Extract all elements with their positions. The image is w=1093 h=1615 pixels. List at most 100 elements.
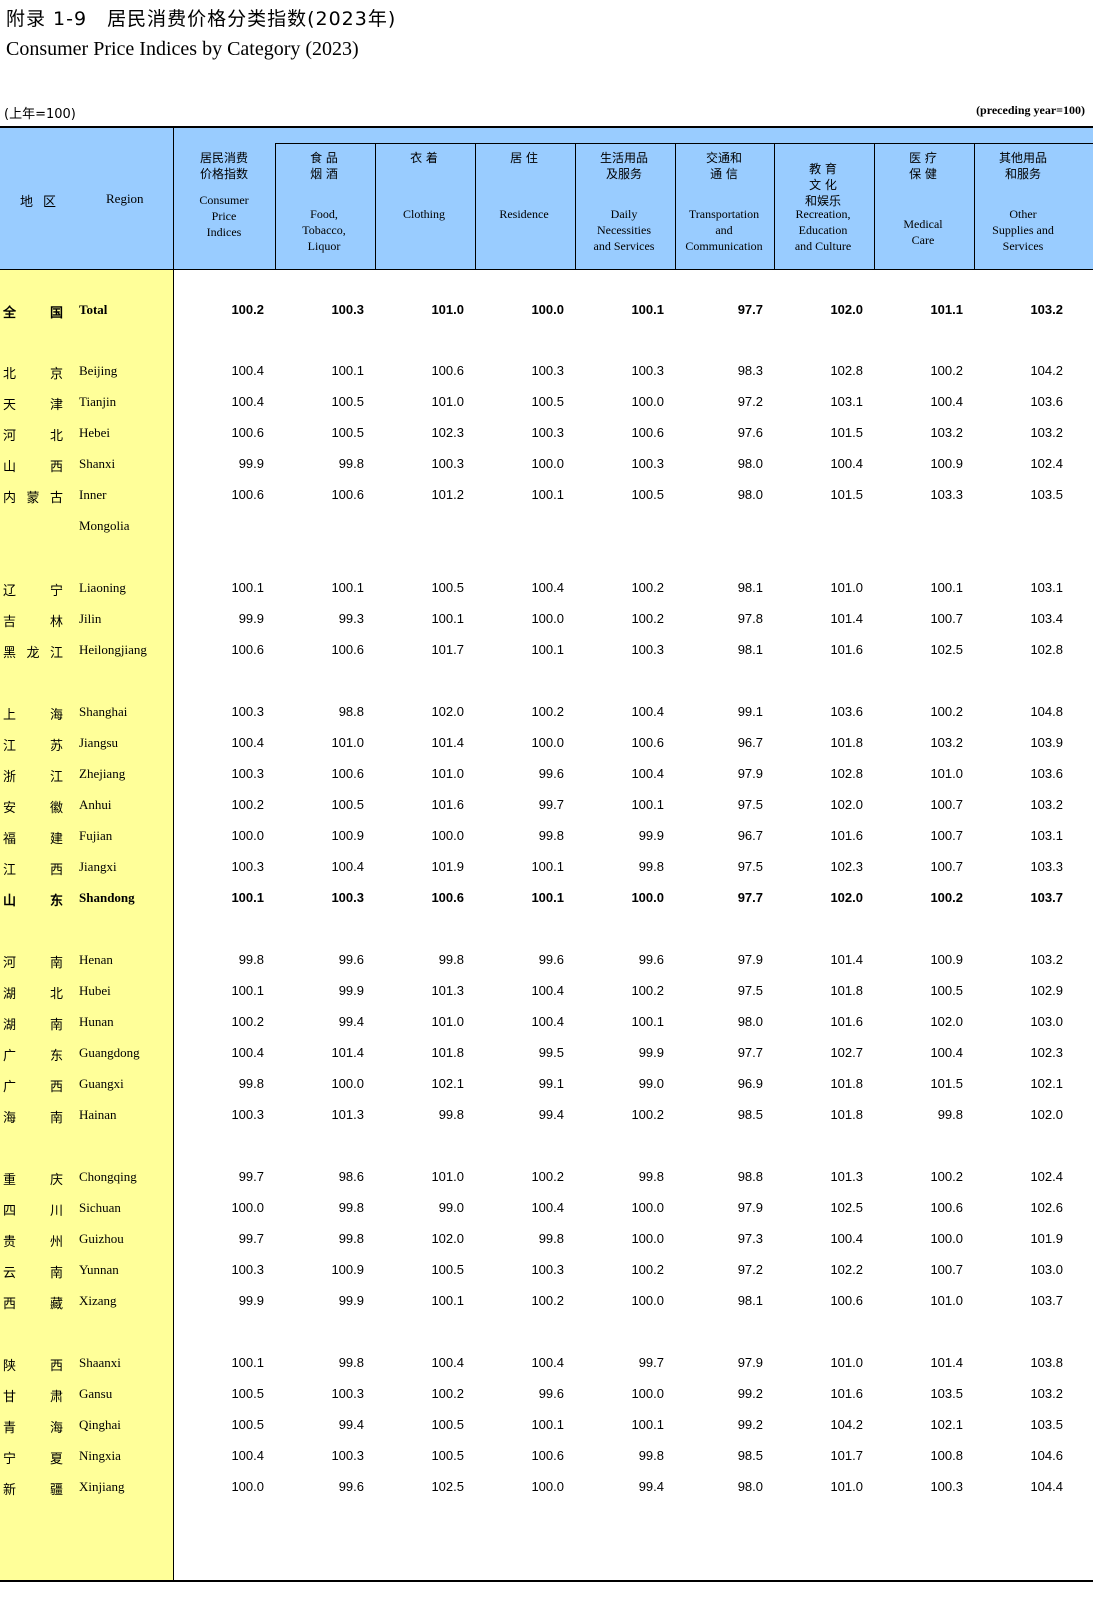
value-cell-medical: 99.8	[937, 1107, 963, 1122]
table-row: 浙江 Zhejiang 100.3 100.6 101.0 99.6 100.4 97.9 10…	[0, 766, 1093, 786]
value-cell-food: 100.6	[331, 766, 364, 781]
table-row: 河北 Hebei 100.6 100.5 102.3 100.3 100.6 97.6 101.…	[0, 425, 1093, 445]
value-cell-education: 103.1	[830, 394, 863, 409]
column-header-other: 其他用品 和服务 Other Supplies and Services	[973, 144, 1073, 268]
value-cell-education: 100.4	[830, 456, 863, 471]
region-name-en: Shanxi	[79, 456, 116, 471]
region-name-en: Ningxia	[79, 1448, 121, 1463]
region-char: 海	[3, 1111, 17, 1126]
value-cell-other: 103.1	[1030, 580, 1063, 595]
value-cell-residence: 100.3	[531, 425, 564, 440]
value-cell-clothing: 100.1	[431, 611, 464, 626]
value-cell-clothing: 101.0	[431, 394, 464, 409]
value-cell-education: 101.7	[830, 1448, 863, 1463]
value-cell-clothing: 100.6	[431, 890, 464, 905]
value-cell-medical: 101.1	[930, 302, 963, 317]
region-char: 甘	[3, 1390, 17, 1405]
region-char: 津	[49, 398, 63, 413]
value-cell-transport: 97.9	[737, 1200, 763, 1215]
region-char: 西	[49, 1080, 63, 1095]
value-cell-clothing: 101.3	[431, 983, 464, 998]
table-row: 江苏 Jiangsu 100.4 101.0 101.4 100.0 100.6 96.7 10…	[0, 735, 1093, 755]
value-cell-food: 100.5	[331, 797, 364, 812]
value-cell-other: 101.9	[1030, 1231, 1063, 1246]
region-char: 广	[3, 1080, 17, 1095]
region-name-en: Gansu	[79, 1386, 113, 1401]
table-row: 山西 Shanxi 99.9 99.8 100.3 100.0 100.3 98.0 100.4…	[0, 456, 1093, 476]
value-cell-cpi: 100.1	[231, 983, 264, 998]
region-char: 吉	[3, 615, 17, 630]
region-name-en: Anhui	[79, 797, 112, 812]
value-cell-transport: 99.2	[737, 1386, 763, 1401]
value-cell-food: 98.6	[338, 1169, 364, 1184]
region-char: 云	[3, 1266, 17, 1281]
value-cell-clothing: 99.0	[438, 1200, 464, 1215]
value-cell-other: 104.8	[1030, 704, 1063, 719]
value-cell-clothing: 100.3	[431, 456, 464, 471]
region-name-en: Jiangsu	[79, 735, 118, 750]
value-cell-transport: 97.9	[737, 952, 763, 967]
region-char: 青	[3, 1421, 17, 1436]
value-cell-medical: 103.5	[930, 1386, 963, 1401]
region-char: 东	[49, 894, 63, 909]
value-cell-cpi: 100.4	[231, 1448, 264, 1463]
region-name-en: Hainan	[79, 1107, 117, 1122]
table-row: 黑龙江 Heilongjiang 100.6 100.6 101.7 100.1 100.3…	[0, 642, 1093, 662]
value-cell-clothing: 100.1	[431, 1293, 464, 1308]
value-cell-education: 101.3	[830, 1169, 863, 1184]
value-cell-clothing: 102.5	[431, 1479, 464, 1494]
value-cell-residence: 99.8	[538, 828, 564, 843]
value-cell-daily: 100.1	[631, 1014, 664, 1029]
value-cell-daily: 100.0	[631, 1231, 664, 1246]
value-cell-education: 101.8	[830, 1076, 863, 1091]
value-cell-cpi: 100.0	[231, 1479, 264, 1494]
region-name-en: Shandong	[79, 890, 135, 905]
region-name-zh: 浙江	[3, 766, 63, 785]
region-name-en: Sichuan	[79, 1200, 121, 1215]
value-cell-food: 100.9	[331, 828, 364, 843]
value-cell-cpi: 99.9	[238, 456, 264, 471]
region-name-en: Hunan	[79, 1014, 114, 1029]
value-cell-food: 99.6	[338, 952, 364, 967]
value-cell-education: 101.0	[830, 1355, 863, 1370]
value-cell-cpi: 100.0	[231, 1200, 264, 1215]
region-char: 全	[3, 306, 17, 321]
value-cell-other: 102.1	[1030, 1076, 1063, 1091]
region-char: 新	[3, 1483, 17, 1498]
table-row: 山东 Shandong 100.1 100.3 100.6 100.1 100.0 97.7 1…	[0, 890, 1093, 910]
region-char: 江	[3, 739, 17, 754]
table-row: 西藏 Xizang 99.9 99.9 100.1 100.2 100.0 98.1 100.6…	[0, 1293, 1093, 1313]
region-name-zh: 安徽	[3, 797, 63, 816]
value-cell-residence: 100.4	[531, 1200, 564, 1215]
value-cell-food: 98.8	[338, 704, 364, 719]
value-cell-other: 103.6	[1030, 766, 1063, 781]
value-cell-cpi: 100.5	[231, 1386, 264, 1401]
region-char: 林	[49, 615, 63, 630]
value-cell-cpi: 100.4	[231, 735, 264, 750]
value-cell-cpi: 99.8	[238, 1076, 264, 1091]
region-name-zh: 福建	[3, 828, 63, 847]
table-row: 江西 Jiangxi 100.3 100.4 101.9 100.1 99.8 97.5 102…	[0, 859, 1093, 879]
value-cell-residence: 99.4	[538, 1107, 564, 1122]
value-cell-education: 101.0	[830, 580, 863, 595]
value-cell-other: 103.2	[1030, 797, 1063, 812]
value-cell-clothing: 99.8	[438, 952, 464, 967]
value-cell-education: 102.3	[830, 859, 863, 874]
value-cell-daily: 100.6	[631, 425, 664, 440]
value-cell-other: 103.7	[1030, 1293, 1063, 1308]
value-cell-other: 103.4	[1030, 611, 1063, 626]
value-cell-residence: 99.7	[538, 797, 564, 812]
value-cell-food: 100.5	[331, 394, 364, 409]
region-name-en: Qinghai	[79, 1417, 121, 1432]
value-cell-cpi: 100.1	[231, 1355, 264, 1370]
value-cell-clothing: 101.0	[431, 766, 464, 781]
region-char: 京	[49, 367, 63, 382]
table-row: 福建 Fujian 100.0 100.9 100.0 99.8 99.9 96.7 101.6…	[0, 828, 1093, 848]
region-char: 上	[3, 708, 17, 723]
value-cell-clothing: 101.8	[431, 1045, 464, 1060]
value-cell-residence: 99.6	[538, 766, 564, 781]
value-cell-cpi: 100.2	[231, 1014, 264, 1029]
value-cell-clothing: 100.4	[431, 1355, 464, 1370]
region-name-en: Hebei	[79, 425, 111, 440]
region-name-en: Heilongjiang	[79, 642, 147, 657]
